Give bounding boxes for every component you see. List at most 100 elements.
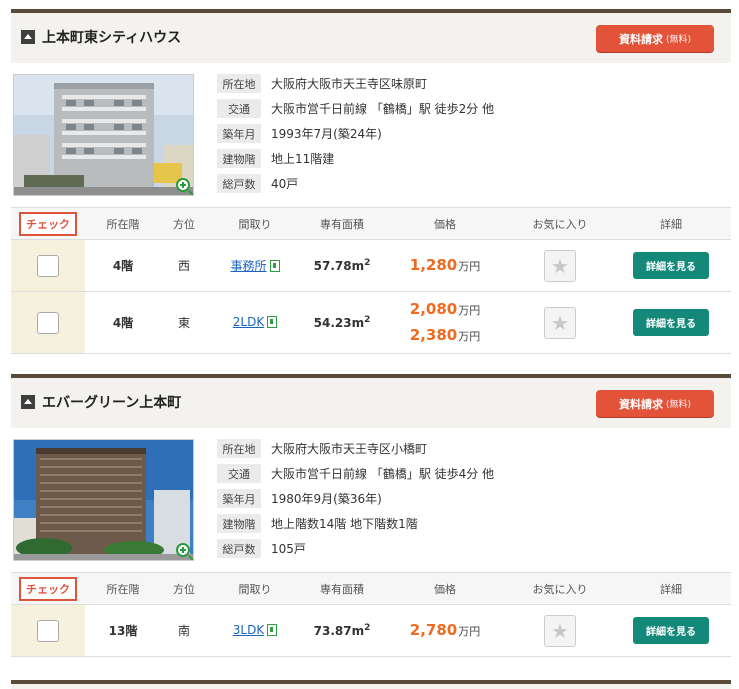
row-checkbox[interactable] [37, 311, 59, 334]
star-icon[interactable]: ★ [544, 306, 576, 339]
detail-button[interactable]: 詳細を見る [633, 252, 709, 279]
table-row: 13階 南 3LDK 73.87m2 2,780万円 ★ 詳細を見る [11, 605, 731, 657]
info-units: 105戸 [271, 542, 306, 556]
floorplan-icon [269, 259, 280, 272]
area-value: 73.87 [313, 624, 352, 638]
info-floors: 地上11階建 [271, 152, 335, 166]
unit-floor: 4階 [112, 259, 134, 273]
detail-button[interactable]: 詳細を見る [633, 617, 709, 644]
col-area: 専有面積 [320, 217, 364, 231]
request-info-button[interactable]: 資料請求 (無料) [596, 25, 714, 52]
info-access: 大阪市営千日前線 「鶴橋」駅 徒歩2分 他 [271, 102, 495, 116]
check-header[interactable]: チェック [19, 211, 77, 236]
price-value: 1,280 [409, 255, 458, 274]
info-address: 大阪府大阪市天王寺区小橋町 [271, 442, 428, 456]
col-plan: 間取り [238, 582, 272, 596]
area-sup: 2 [364, 258, 371, 268]
col-floor: 所在階 [106, 217, 140, 231]
info-table: 所在地 大阪府大阪市天王寺区小橋町 交通 大阪市営千日前線 「鶴橋」駅 徒歩4分 他… [217, 438, 494, 563]
request-info-label: 資料請求 [618, 32, 663, 46]
floorplan-link[interactable]: 2LDK [232, 315, 278, 329]
row-checkbox[interactable] [37, 254, 59, 277]
star-icon[interactable]: ★ [544, 614, 576, 647]
property-card: 上本町東シティハウス 資料請求 (無料) 所在地 大阪府大阪市天王寺区味原町 交… [11, 9, 731, 354]
request-info-free: (無料) [665, 400, 692, 410]
unit-price: 1,280万円 [381, 253, 509, 279]
info-table: 所在地 大阪府大阪市天王寺区味原町 交通 大阪市営千日前線 「鶴橋」駅 徒歩2分 他… [217, 73, 494, 198]
table-row: 4階 東 2LDK 54.23m2 2,080万円 2,380万円 ★ 詳細を見… [11, 292, 731, 354]
info-label-floors: 建物階 [217, 149, 261, 168]
row-checkbox[interactable] [37, 619, 59, 642]
request-info-label: 資料請求 [618, 397, 663, 411]
unit-area: 57.78m2 [303, 258, 381, 273]
property-photo[interactable] [13, 74, 194, 196]
info-label-floors: 建物階 [217, 514, 261, 533]
unit-floor: 13階 [108, 624, 138, 638]
col-floor: 所在階 [106, 582, 140, 596]
info-label-units: 総戸数 [217, 174, 261, 193]
floorplan-label: 事務所 [230, 259, 267, 273]
floorplan-link[interactable]: 事務所 [230, 257, 280, 274]
section-arrow-icon[interactable] [21, 30, 35, 44]
property-header: 上本町東シティハウス 資料請求 (無料) [11, 9, 731, 63]
price-unit: 万円 [458, 303, 481, 317]
floorplan-icon [267, 624, 278, 636]
floorplan-label: 2LDK [232, 315, 265, 329]
info-access: 大阪市営千日前線 「鶴橋」駅 徒歩4分 他 [271, 467, 495, 481]
zoom-icon[interactable] [176, 543, 190, 557]
col-direction: 方位 [173, 217, 195, 231]
building-photo [14, 440, 193, 560]
info-label-built: 築年月 [217, 489, 261, 508]
info-address: 大阪府大阪市天王寺区味原町 [271, 77, 428, 91]
price-value: 2,780 [409, 620, 458, 639]
unit-floor: 4階 [112, 316, 134, 330]
info-label-access: 交通 [217, 99, 261, 118]
unit-price: 2,780万円 [381, 618, 509, 644]
area-sup: 2 [364, 623, 371, 633]
zoom-icon[interactable] [176, 178, 190, 192]
section-arrow-icon[interactable] [21, 395, 35, 409]
unit-table-header: チェック 所在階 方位 間取り 専有面積 価格 お気に入り 詳細 [11, 208, 731, 240]
area-value: 54.23 [313, 316, 352, 330]
info-label-units: 総戸数 [217, 539, 261, 558]
info-built: 1980年9月(築36年) [271, 492, 382, 506]
price-unit: 万円 [458, 329, 481, 343]
building-photo [14, 75, 193, 195]
detail-button[interactable]: 詳細を見る [633, 309, 709, 336]
request-info-free: (無料) [665, 35, 692, 45]
property-photo[interactable] [13, 439, 194, 561]
col-plan: 間取り [238, 217, 272, 231]
col-direction: 方位 [173, 582, 195, 596]
star-icon[interactable]: ★ [544, 249, 576, 282]
col-favorite: お気に入り [532, 582, 588, 596]
col-detail: 詳細 [660, 582, 682, 596]
unit-table-header: チェック 所在階 方位 間取り 専有面積 価格 お気に入り 詳細 [11, 573, 731, 605]
property-header: エバーグリーン上本町 資料請求 (無料) [11, 374, 731, 428]
info-label-built: 築年月 [217, 124, 261, 143]
unit-price: 2,080万円 2,380万円 [381, 297, 509, 349]
request-info-button[interactable]: 資料請求 (無料) [596, 390, 714, 417]
property-title[interactable]: エバーグリーン上本町 [42, 392, 181, 412]
info-floors: 地上階数14階 地下階数1階 [271, 517, 418, 531]
property-info: 所在地 大阪府大阪市天王寺区味原町 交通 大阪市営千日前線 「鶴橋」駅 徒歩2分 他… [11, 63, 731, 208]
floorplan-label: 3LDK [232, 623, 265, 637]
info-units: 40戸 [271, 177, 299, 191]
check-header[interactable]: チェック [19, 576, 77, 601]
next-property-header [11, 680, 731, 689]
area-unit: m [351, 259, 365, 273]
unit-area: 54.23m2 [303, 315, 381, 330]
col-detail: 詳細 [660, 217, 682, 231]
col-price: 価格 [434, 582, 456, 596]
price-unit: 万円 [458, 259, 481, 273]
area-unit: m [351, 316, 365, 330]
info-built: 1993年7月(築24年) [271, 127, 382, 141]
info-label-address: 所在地 [217, 74, 261, 93]
col-favorite: お気に入り [532, 217, 588, 231]
unit-direction: 南 [177, 624, 190, 638]
floorplan-link[interactable]: 3LDK [232, 623, 278, 637]
property-title[interactable]: 上本町東シティハウス [42, 27, 181, 47]
unit-area: 73.87m2 [303, 623, 381, 638]
area-sup: 2 [364, 315, 371, 325]
price-value: 2,380 [409, 325, 458, 344]
property-info: 所在地 大阪府大阪市天王寺区小橋町 交通 大阪市営千日前線 「鶴橋」駅 徒歩4分 他… [11, 428, 731, 573]
